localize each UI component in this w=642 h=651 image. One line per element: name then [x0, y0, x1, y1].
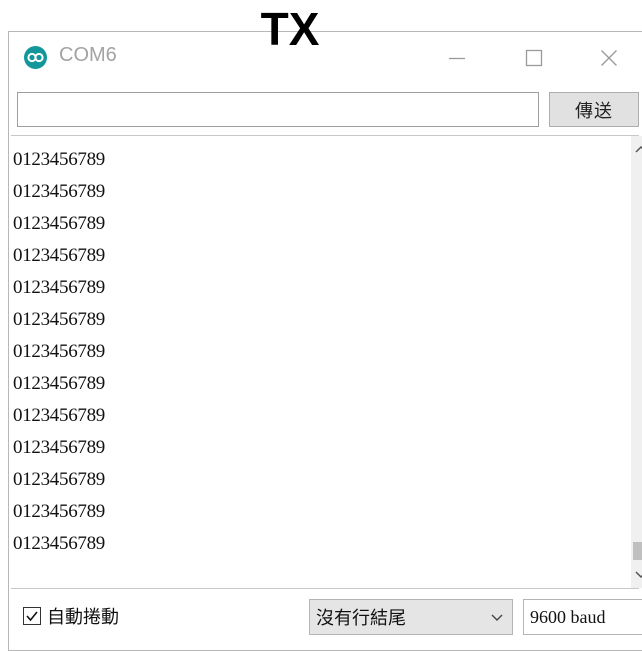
vertical-scrollbar[interactable] [631, 136, 642, 588]
status-bar: 自動捲動 沒有行結尾 9600 baud [9, 590, 642, 646]
send-toolbar: 傳送 [9, 88, 642, 134]
output-line: 0123456789 [13, 501, 106, 522]
autoscroll-label: 自動捲動 [47, 607, 119, 628]
output-line: 0123456789 [13, 181, 106, 202]
output-line: 0123456789 [13, 245, 106, 266]
scroll-up-button[interactable] [631, 138, 642, 160]
output-line: 0123456789 [13, 469, 106, 490]
baud-rate-select[interactable]: 9600 baud [523, 599, 642, 635]
line-ending-value: 沒有行結尾 [316, 608, 406, 629]
output-line: 0123456789 [13, 405, 106, 426]
close-button[interactable] [589, 40, 629, 76]
output-line: 0123456789 [13, 309, 106, 330]
output-line: 0123456789 [13, 437, 106, 458]
output-line: 0123456789 [13, 213, 106, 234]
output-line: 0123456789 [13, 341, 106, 362]
autoscroll-checkbox[interactable] [23, 607, 41, 625]
chevron-down-icon [491, 614, 503, 621]
scroll-down-button[interactable] [631, 564, 642, 586]
chevron-down-icon [635, 571, 642, 579]
line-ending-select[interactable]: 沒有行結尾 [309, 599, 513, 635]
baud-rate-value: 9600 baud [530, 606, 606, 627]
send-text-input[interactable] [17, 92, 539, 127]
output-lines: 0123456789 0123456789 0123456789 0123456… [13, 144, 105, 560]
close-icon [601, 50, 617, 66]
tx-annotation-label: TX [260, 3, 320, 55]
output-line: 0123456789 [13, 533, 106, 554]
send-button[interactable]: 傳送 [549, 92, 639, 127]
scroll-thumb[interactable] [633, 542, 642, 560]
serial-monitor-window: COM6 傳送 0123456789 0123456789 0123456789 [8, 31, 642, 651]
autoscroll-toggle[interactable]: 自動捲動 [23, 600, 119, 632]
checkmark-icon [26, 611, 38, 622]
serial-output-area[interactable]: 0123456789 0123456789 0123456789 0123456… [11, 135, 642, 589]
chevron-up-icon [635, 145, 642, 153]
output-line: 0123456789 [13, 277, 106, 298]
output-line: 0123456789 [13, 149, 106, 170]
output-line: 0123456789 [13, 373, 106, 394]
